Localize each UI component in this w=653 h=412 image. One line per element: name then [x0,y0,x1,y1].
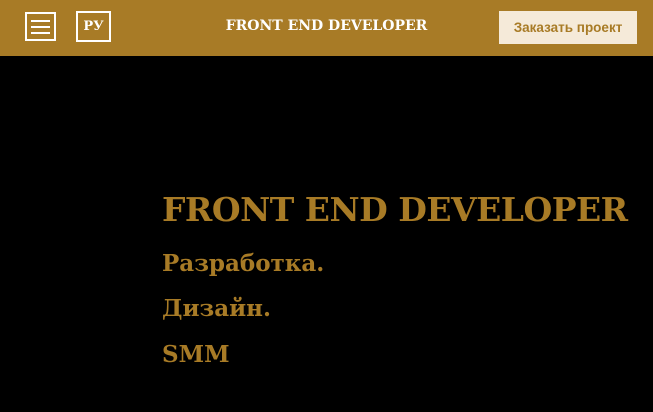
hero-line-development: Разработка. [162,250,325,277]
order-project-button[interactable]: Заказать проект [499,11,637,44]
hero-title: FRONT END DEVELOPER [162,190,628,229]
top-header: РУ FRONT END DEVELOPER Заказать проект [0,0,653,56]
hero-line-design: Дизайн. [162,295,271,322]
hero-line-smm: SMM [162,341,230,368]
